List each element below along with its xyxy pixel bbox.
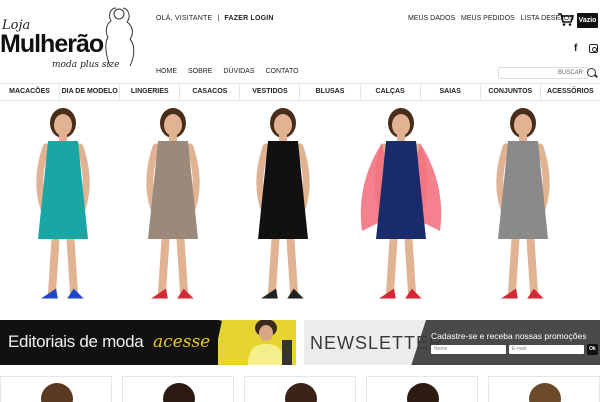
logo-silhouette-icon (105, 7, 135, 67)
product-image (285, 383, 317, 402)
newsletter-email-field[interactable]: E-mail (509, 345, 584, 354)
nav-sobre[interactable]: SOBRE (188, 68, 213, 75)
account-links: MEUS DADOS MEUS PEDIDOS LISTA DESEJOS (408, 15, 578, 22)
link-meus-pedidos[interactable]: MEUS PEDIDOS (461, 15, 515, 22)
product-image (529, 383, 561, 402)
cart-icon[interactable] (558, 13, 574, 26)
hero-model (36, 108, 90, 299)
instagram-icon[interactable] (589, 44, 598, 53)
product-image (163, 383, 195, 402)
hero-model (360, 108, 442, 299)
hero-model (146, 108, 200, 299)
product-card[interactable] (366, 376, 478, 402)
greeting-text: OLÁ, VISITANTE (156, 15, 213, 22)
product-card[interactable] (244, 376, 356, 402)
link-meus-dados[interactable]: MEUS DADOS (408, 15, 455, 22)
newsletter-name-field[interactable]: Nome (431, 345, 506, 354)
hero-banner[interactable] (0, 101, 600, 316)
editorial-model-image (198, 320, 292, 365)
category-dia-de-modelo[interactable]: DIA DE MODELO (60, 84, 121, 100)
category-saias[interactable]: SAIAS (421, 84, 481, 100)
product-card[interactable] (0, 376, 112, 402)
category-vestidos[interactable]: VESTIDOS (240, 84, 301, 100)
facebook-icon[interactable]: f (574, 43, 577, 54)
editorial-title: Editoriais de moda (8, 332, 144, 351)
newsletter-subtitle: Cadastre-se e receba nossas promoções (431, 331, 587, 341)
nav-contato[interactable]: CONTATO (266, 68, 299, 75)
user-greeting: OLÁ, VISITANTE | FAZER LOGIN (156, 15, 274, 22)
editorial-photo (198, 320, 296, 365)
newsletter-submit-button[interactable]: Ok (587, 344, 598, 355)
category-casacos[interactable]: CASACOS (180, 84, 241, 100)
category-conjuntos[interactable]: CONJUNTOS (481, 84, 541, 100)
product-image (41, 383, 73, 402)
editorial-cta[interactable]: acesse (153, 332, 210, 352)
editorial-banner[interactable]: Editoriais de moda acesse (0, 320, 296, 365)
category-lingeries[interactable]: LINGERIES (120, 84, 181, 100)
nav-home[interactable]: HOME (156, 68, 177, 75)
category-nav: MACACÕES DIA DE MODELO LINGERIES CASACOS… (0, 83, 600, 101)
product-grid (0, 376, 600, 402)
product-card[interactable] (488, 376, 600, 402)
store-logo[interactable]: Loja Mulherão moda plus size (0, 4, 150, 70)
product-image (407, 383, 439, 402)
main-nav: HOME SOBRE DÚVIDAS CONTATO (156, 68, 308, 75)
hero-model (496, 108, 550, 299)
login-link[interactable]: FAZER LOGIN (224, 15, 273, 22)
search-input[interactable]: BUSCAR (498, 67, 588, 79)
category-blusas[interactable]: BLUSAS (300, 84, 361, 100)
cart-status-button[interactable]: Vazio (577, 13, 598, 28)
newsletter-title: NEWSLETTER (310, 333, 444, 353)
hero-model (256, 108, 310, 299)
search-icon[interactable] (587, 68, 596, 77)
category-macacoes[interactable]: MACACÕES (0, 84, 61, 100)
logo-text-mulherao: Mulherão (0, 30, 104, 58)
category-acessorios[interactable]: ACESSÓRIOS (541, 84, 600, 100)
newsletter-banner: NEWSLETTER Cadastre-se e receba nossas p… (304, 320, 600, 365)
nav-duvidas[interactable]: DÚVIDAS (223, 68, 254, 75)
category-calcas[interactable]: CALÇAS (361, 84, 421, 100)
greeting-separator: | (217, 15, 220, 22)
product-card[interactable] (122, 376, 234, 402)
